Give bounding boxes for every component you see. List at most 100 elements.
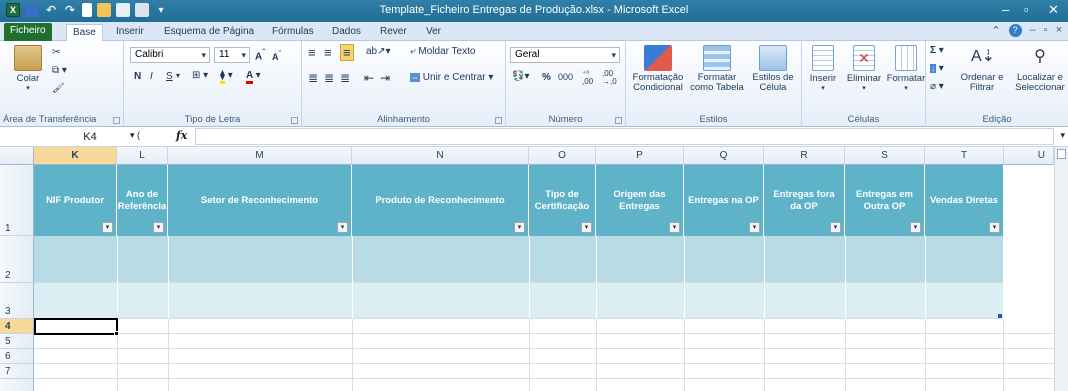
tab-review[interactable]: Rever [374, 24, 413, 41]
split-box[interactable] [1057, 149, 1066, 159]
italic-button[interactable]: I [150, 71, 153, 82]
row-header-8[interactable] [0, 379, 34, 391]
expand-formula-bar-icon[interactable]: ▾ [1060, 130, 1065, 141]
table-header-cell[interactable]: Origem das Entregas ▾ [596, 165, 684, 236]
percent-button[interactable]: % [542, 72, 551, 83]
align-top-icon[interactable]: ≡ [308, 45, 316, 60]
tab-page-layout[interactable]: Esquema de Página [158, 24, 260, 41]
select-all-corner[interactable] [0, 147, 34, 165]
column-header-m[interactable]: M [168, 147, 352, 165]
delete-cells-button[interactable]: ✕ Eliminar ▾ [842, 45, 886, 92]
help-icon[interactable]: ? [1008, 24, 1022, 37]
clipboard-launcher-icon[interactable] [113, 117, 120, 124]
row-header-7[interactable]: 7 [0, 364, 34, 379]
font-color-icon[interactable]: A ▾ [246, 70, 261, 84]
filter-dropdown-icon[interactable]: ▾ [830, 222, 841, 233]
name-box-dropdown-icon[interactable]: ▾ ( [130, 130, 140, 141]
decrease-decimal-icon[interactable]: ,00 →,0 [602, 70, 617, 86]
tab-home[interactable]: Base [66, 24, 103, 41]
table-header-cell[interactable]: Entregas na OP ▾ [684, 165, 764, 236]
shrink-font-icon[interactable]: Aˇ [272, 49, 281, 62]
tab-data[interactable]: Dados [326, 24, 367, 41]
table-header-cell[interactable]: Entregas em Outra OP ▾ [845, 165, 925, 236]
vertical-scrollbar[interactable] [1054, 147, 1068, 391]
column-header-l[interactable]: L [117, 147, 168, 165]
orientation-icon[interactable]: ab↗▾ [366, 46, 391, 57]
cut-icon[interactable]: ✂ [52, 47, 60, 58]
column-header-q[interactable]: Q [684, 147, 764, 165]
underline-button[interactable]: S [166, 71, 173, 82]
filter-dropdown-icon[interactable]: ▾ [337, 222, 348, 233]
conditional-formatting-button[interactable]: Formatação Condicional [628, 45, 688, 93]
row-header-4[interactable]: 4 [0, 319, 34, 334]
column-header-t[interactable]: T [925, 147, 1004, 165]
tab-insert[interactable]: Inserir [110, 24, 150, 41]
format-cells-button[interactable]: Formatar ▾ [886, 45, 926, 92]
format-painter-icon[interactable]: 🖌 [52, 83, 65, 94]
sort-filter-button[interactable]: A⇣ Ordenar e Filtrar [952, 45, 1012, 93]
column-header-k[interactable]: K [34, 147, 117, 165]
maximize-button[interactable]: ▫ [1024, 2, 1029, 17]
accounting-format-icon[interactable]: 💱▾ [512, 71, 529, 82]
table-row[interactable] [34, 283, 1004, 319]
row-header-6[interactable]: 6 [0, 349, 34, 364]
insert-function-icon[interactable]: fx [176, 129, 187, 142]
font-size-combo[interactable]: 11 [214, 47, 250, 63]
increase-decimal-icon[interactable]: ⁺⁰ ,00 [582, 70, 593, 86]
table-row[interactable] [34, 236, 1004, 283]
filter-dropdown-icon[interactable]: ▾ [514, 222, 525, 233]
table-header-cell[interactable]: Setor de Reconhecimento ▾ [168, 165, 352, 236]
tab-formulas[interactable]: Fórmulas [266, 24, 320, 41]
filter-dropdown-icon[interactable]: ▾ [669, 222, 680, 233]
autosum-icon[interactable]: Σ ▾ [930, 45, 944, 56]
align-middle-icon[interactable]: ≡ [324, 45, 332, 60]
filter-dropdown-icon[interactable]: ▾ [749, 222, 760, 233]
minimize-ribbon-icon[interactable]: ⌃ [991, 24, 1000, 37]
number-format-combo[interactable]: Geral [510, 47, 620, 63]
fill-icon[interactable]: ↓ ▾ [930, 63, 944, 74]
format-as-table-button[interactable]: Formatar como Tabela [690, 45, 744, 93]
comma-style-button[interactable]: 000 [558, 72, 573, 82]
insert-cells-button[interactable]: Inserir ▾ [804, 45, 842, 92]
fill-color-icon[interactable]: ⧫ ▾ [220, 70, 233, 84]
column-header-o[interactable]: O [529, 147, 596, 165]
column-header-s[interactable]: S [845, 147, 925, 165]
decrease-indent-icon[interactable]: ⇤ [364, 71, 374, 85]
align-left-icon[interactable]: ≣ [308, 71, 318, 85]
align-center-icon[interactable]: ≣ [324, 71, 334, 85]
table-resize-handle[interactable] [998, 314, 1002, 318]
table-header-cell[interactable]: Produto de Reconhecimento ▾ [352, 165, 529, 236]
row-header-5[interactable]: 5 [0, 334, 34, 349]
borders-icon[interactable]: ⊞ ▾ [192, 70, 208, 81]
merge-center-button[interactable]: ⇔ Unir e Centrar ▾ [410, 72, 493, 83]
row-header-3[interactable]: 3 [0, 283, 34, 319]
workbook-minimize-icon[interactable]: – [1030, 24, 1036, 37]
table-header-cell[interactable]: Vendas Diretas ▾ [925, 165, 1004, 236]
fill-handle[interactable] [114, 331, 119, 336]
column-header-r[interactable]: R [764, 147, 845, 165]
filter-dropdown-icon[interactable]: ▾ [989, 222, 1000, 233]
number-launcher-icon[interactable] [615, 117, 622, 124]
increase-indent-icon[interactable]: ⇥ [380, 71, 390, 85]
filter-dropdown-icon[interactable]: ▾ [910, 222, 921, 233]
minimize-button[interactable]: – [1002, 2, 1009, 17]
filter-dropdown-icon[interactable]: ▾ [153, 222, 164, 233]
close-button[interactable]: ✕ [1048, 2, 1059, 18]
paste-button[interactable]: Colar ▾ [8, 45, 48, 92]
cell-styles-button[interactable]: Estilos de Célula [748, 45, 798, 93]
clear-icon[interactable]: ⌀ ▾ [930, 81, 944, 92]
filter-dropdown-icon[interactable]: ▾ [102, 222, 113, 233]
table-header-cell[interactable]: Tipo de Certificação ▾ [529, 165, 596, 236]
font-launcher-icon[interactable] [291, 117, 298, 124]
wrap-text-button[interactable]: ⤶ Moldar Texto [410, 46, 475, 57]
workbook-restore-icon[interactable]: ▫ [1044, 24, 1048, 37]
active-cell-k4[interactable] [34, 318, 118, 335]
copy-icon[interactable]: ⧉ ▾ [52, 65, 67, 76]
align-right-icon[interactable]: ≣ [340, 71, 350, 85]
formula-input[interactable] [195, 128, 1054, 145]
underline-dropdown-icon[interactable]: ▾ [176, 71, 180, 80]
column-header-p[interactable]: P [596, 147, 684, 165]
alignment-launcher-icon[interactable] [495, 117, 502, 124]
tab-view[interactable]: Ver [420, 24, 447, 41]
find-select-button[interactable]: ⚲ Localizar e Seleccionar [1012, 45, 1068, 93]
